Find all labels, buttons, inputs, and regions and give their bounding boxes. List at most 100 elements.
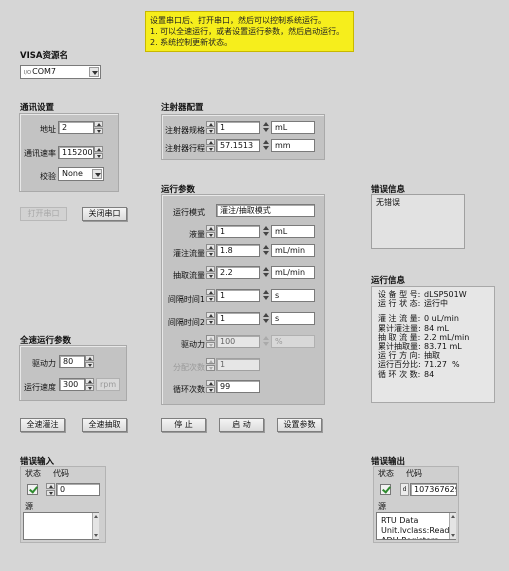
volume-unit[interactable]: mL: [271, 225, 315, 238]
visa-resource-value: COM7: [32, 67, 56, 76]
instruction-line-3: 2. 系统控制更新状态。: [150, 38, 233, 47]
split-count-input: 1: [216, 358, 260, 371]
infuse-rate-unit[interactable]: mL/min: [271, 244, 315, 257]
error-in-status-label: 状态: [25, 469, 41, 478]
chevron-down-icon[interactable]: [92, 169, 102, 179]
withdraw-rate-input[interactable]: 2.2: [216, 266, 260, 279]
error-in-source-input[interactable]: [23, 512, 99, 540]
run-info-row: 抽 取 流 量: 2.2 mL/min: [378, 333, 488, 342]
start-button[interactable]: 启 动: [219, 418, 264, 432]
split-count-label: 分配次数: [173, 363, 205, 372]
set-params-button[interactable]: 设置参数: [277, 418, 322, 432]
syringe-config-header: 注射器配置: [161, 103, 204, 113]
split-count-stepper: [206, 358, 215, 371]
cycles-stepper[interactable]: [206, 380, 215, 393]
error-out-source-scrollbar[interactable]: [449, 513, 456, 539]
full-infuse-button[interactable]: 全速灌注: [20, 418, 65, 432]
error-out-code-label: 代码: [406, 469, 422, 478]
comm-settings-header: 通讯设置: [20, 103, 55, 113]
syringe-spec-input[interactable]: 1: [216, 121, 260, 134]
interval1-unit[interactable]: s: [271, 289, 315, 302]
unit-selector-icon[interactable]: [262, 244, 270, 257]
run-info-value: 0 uL/min: [424, 314, 459, 324]
error-in-code-stepper[interactable]: [46, 483, 55, 496]
run-info-value: dLSP501W: [424, 290, 467, 299]
interval1-stepper[interactable]: [206, 289, 215, 302]
run-info-value: 84 mL: [424, 323, 449, 333]
cycles-label: 循环次数: [173, 385, 205, 394]
cycles-input[interactable]: 99: [216, 380, 260, 393]
run-info-row: 累计灌注量: 84 mL: [378, 324, 488, 333]
unit-selector-icon[interactable]: [262, 139, 270, 152]
run-info-key: 运行百分比:: [378, 360, 421, 370]
run-mode-label: 运行模式: [173, 208, 205, 217]
baud-rate-stepper[interactable]: [94, 146, 103, 159]
syringe-spec-stepper[interactable]: [206, 121, 215, 134]
error-out-status-label: 状态: [378, 469, 394, 478]
instruction-line-1: 设置串口后、打开串口，然后可以控制系统运行。: [150, 16, 326, 25]
close-port-button[interactable]: 关闭串口: [82, 207, 127, 221]
run-info-value: 抽取: [424, 351, 440, 361]
fullspeed-force-input[interactable]: 80: [59, 355, 85, 368]
interval2-stepper[interactable]: [206, 312, 215, 325]
syringe-spec-unit[interactable]: mL: [271, 121, 315, 134]
run-info-header: 运行信息: [371, 276, 406, 286]
baud-rate-input[interactable]: 115200: [58, 146, 94, 159]
syringe-stroke-unit[interactable]: mm: [271, 139, 315, 152]
full-withdraw-button[interactable]: 全速抽取: [82, 418, 127, 432]
unit-selector-icon[interactable]: [262, 312, 270, 325]
withdraw-rate-stepper[interactable]: [206, 266, 215, 279]
run-info-key: 设 备 型 号:: [378, 290, 421, 299]
run-info-value: 2.2 mL/min: [424, 332, 470, 342]
stop-button[interactable]: 停 止: [161, 418, 206, 432]
fullspeed-speed-unit: rpm: [96, 378, 120, 391]
syringe-stroke-input[interactable]: 57.1513: [216, 139, 260, 152]
run-info-row: 灌 注 流 量: 0 uL/min: [378, 314, 488, 323]
parity-select[interactable]: None: [58, 167, 104, 181]
fullspeed-force-stepper[interactable]: [85, 355, 94, 368]
run-mode-select[interactable]: 灌注/抽取模式: [216, 204, 315, 217]
unit-selector-icon[interactable]: [262, 266, 270, 279]
unit-selector-icon[interactable]: [262, 225, 270, 238]
run-info-row: 累计抽取量: 83.71 mL: [378, 342, 488, 351]
infuse-rate-stepper[interactable]: [206, 244, 215, 257]
volume-stepper[interactable]: [206, 225, 215, 238]
error-info-display: 无错误: [371, 194, 465, 249]
baud-rate-label: 通讯速率: [24, 149, 56, 158]
volume-input[interactable]: 1: [216, 225, 260, 238]
open-port-button[interactable]: 打开串口: [20, 207, 67, 221]
error-in-status-check[interactable]: [27, 484, 38, 495]
run-info-key: 灌 注 流 量:: [378, 314, 421, 324]
interval2-label: 间隔时间2: [167, 318, 205, 327]
error-in-code-input[interactable]: 0: [56, 483, 100, 496]
address-input[interactable]: 2: [58, 121, 94, 134]
fullspeed-speed-stepper[interactable]: [85, 378, 94, 391]
syringe-stroke-label: 注射器行程: [165, 144, 205, 153]
io-icon: I/O: [24, 70, 32, 76]
interval2-unit[interactable]: s: [271, 312, 315, 325]
syringe-stroke-stepper[interactable]: [206, 139, 215, 152]
run-info-row: 运 行 状 态: 运行中: [378, 299, 488, 308]
interval1-input[interactable]: 1: [216, 289, 260, 302]
visa-resource-select[interactable]: I/OCOM7: [20, 65, 101, 79]
run-info-key: 累计抽取量:: [378, 342, 421, 352]
fullspeed-speed-input[interactable]: 300: [59, 378, 85, 391]
unit-selector-icon[interactable]: [262, 289, 270, 302]
parity-label: 校验: [40, 172, 56, 181]
error-in-source-scrollbar[interactable]: [92, 513, 99, 539]
run-info-row: 设 备 型 号: dLSP501W: [378, 290, 488, 299]
run-force-stepper[interactable]: [206, 335, 215, 348]
run-force-input[interactable]: 100: [216, 335, 260, 348]
address-stepper[interactable]: [94, 121, 103, 134]
run-force-label: 驱动力: [181, 340, 205, 349]
withdraw-rate-unit[interactable]: mL/min: [271, 266, 315, 279]
chevron-down-icon[interactable]: [89, 67, 99, 77]
error-out-status-check: [380, 484, 391, 495]
run-info-key: 抽 取 流 量:: [378, 332, 421, 342]
interval2-input[interactable]: 1: [216, 312, 260, 325]
run-force-unit: %: [271, 335, 315, 348]
infuse-rate-input[interactable]: 1.8: [216, 244, 260, 257]
run-info-value: 84: [424, 369, 435, 379]
unit-selector-icon[interactable]: [262, 121, 270, 134]
volume-label: 液量: [189, 230, 205, 239]
